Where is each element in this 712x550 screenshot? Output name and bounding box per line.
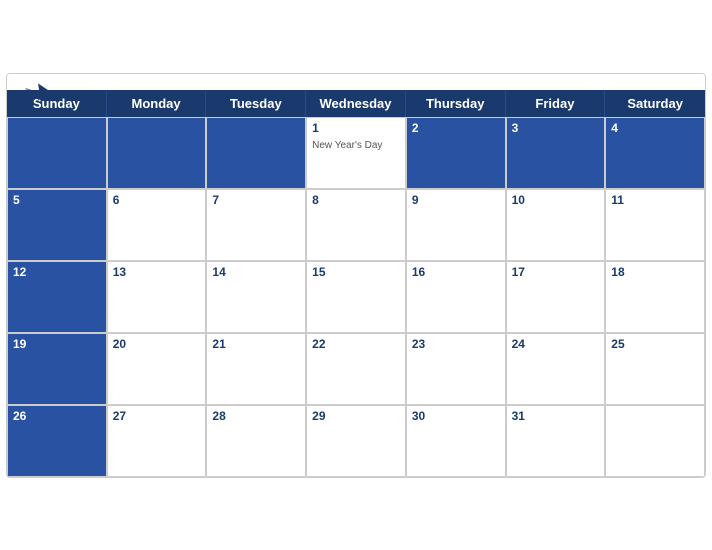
date-number: 13 (113, 265, 201, 279)
date-number: 22 (312, 337, 400, 351)
date-number: 10 (512, 193, 600, 207)
cal-cell: 4 (605, 117, 705, 189)
calendar-header (7, 74, 705, 90)
day-header-saturday: Saturday (605, 90, 705, 117)
calendar-grid: 1New Year's Day2345678910111213141516171… (7, 117, 705, 477)
cal-cell: 30 (406, 405, 506, 477)
date-number: 20 (113, 337, 201, 351)
date-number: 15 (312, 265, 400, 279)
date-number: 5 (13, 193, 101, 207)
date-number: 17 (512, 265, 600, 279)
date-number: 1 (312, 121, 400, 135)
date-number: 27 (113, 409, 201, 423)
day-header-friday: Friday (506, 90, 606, 117)
calendar: SundayMondayTuesdayWednesdayThursdayFrid… (6, 73, 706, 478)
day-header-wednesday: Wednesday (306, 90, 406, 117)
cal-cell: 21 (206, 333, 306, 405)
logo-icon (23, 82, 53, 102)
cal-cell: 27 (107, 405, 207, 477)
cal-cell: 2 (406, 117, 506, 189)
cal-cell: 26 (7, 405, 107, 477)
day-header-tuesday: Tuesday (206, 90, 306, 117)
date-number: 28 (212, 409, 300, 423)
cal-cell (107, 117, 207, 189)
date-number: 18 (611, 265, 699, 279)
date-number: 31 (512, 409, 600, 423)
date-number: 11 (611, 193, 699, 207)
cal-cell: 24 (506, 333, 606, 405)
date-number: 29 (312, 409, 400, 423)
date-number: 2 (412, 121, 500, 135)
cal-cell: 9 (406, 189, 506, 261)
cal-cell: 20 (107, 333, 207, 405)
cal-cell: 18 (605, 261, 705, 333)
date-number: 7 (212, 193, 300, 207)
day-header-thursday: Thursday (406, 90, 506, 117)
date-number: 6 (113, 193, 201, 207)
date-number: 9 (412, 193, 500, 207)
logo (23, 82, 53, 102)
date-number: 16 (412, 265, 500, 279)
cal-cell: 5 (7, 189, 107, 261)
date-number: 30 (412, 409, 500, 423)
event-label: New Year's Day (312, 140, 382, 151)
day-header-monday: Monday (107, 90, 207, 117)
date-number: 4 (611, 121, 699, 135)
cal-cell: 3 (506, 117, 606, 189)
date-number: 12 (13, 265, 101, 279)
cal-cell: 29 (306, 405, 406, 477)
cal-cell (7, 117, 107, 189)
cal-cell: 31 (506, 405, 606, 477)
cal-cell: 16 (406, 261, 506, 333)
date-number: 19 (13, 337, 101, 351)
cal-cell: 14 (206, 261, 306, 333)
cal-cell (206, 117, 306, 189)
cal-cell: 1 New Year's Day (306, 117, 406, 189)
date-number: 25 (611, 337, 699, 351)
cal-cell: 6 (107, 189, 207, 261)
cal-cell: 12 (7, 261, 107, 333)
cal-cell: 15 (306, 261, 406, 333)
cal-cell: 19 (7, 333, 107, 405)
cal-cell: 7 (206, 189, 306, 261)
cal-cell: 25 (605, 333, 705, 405)
date-number: 26 (13, 409, 101, 423)
cal-cell: 17 (506, 261, 606, 333)
date-number: 8 (312, 193, 400, 207)
cal-cell: 11 (605, 189, 705, 261)
day-headers: SundayMondayTuesdayWednesdayThursdayFrid… (7, 90, 705, 117)
cal-cell: 23 (406, 333, 506, 405)
cal-cell: 10 (506, 189, 606, 261)
date-number: 24 (512, 337, 600, 351)
date-number: 14 (212, 265, 300, 279)
date-number: 3 (512, 121, 600, 135)
cal-cell: 13 (107, 261, 207, 333)
date-number: 21 (212, 337, 300, 351)
cal-cell: 28 (206, 405, 306, 477)
cal-cell: 22 (306, 333, 406, 405)
cal-cell (605, 405, 705, 477)
cal-cell: 8 (306, 189, 406, 261)
date-number: 23 (412, 337, 500, 351)
day-header-sunday: Sunday (7, 90, 107, 117)
